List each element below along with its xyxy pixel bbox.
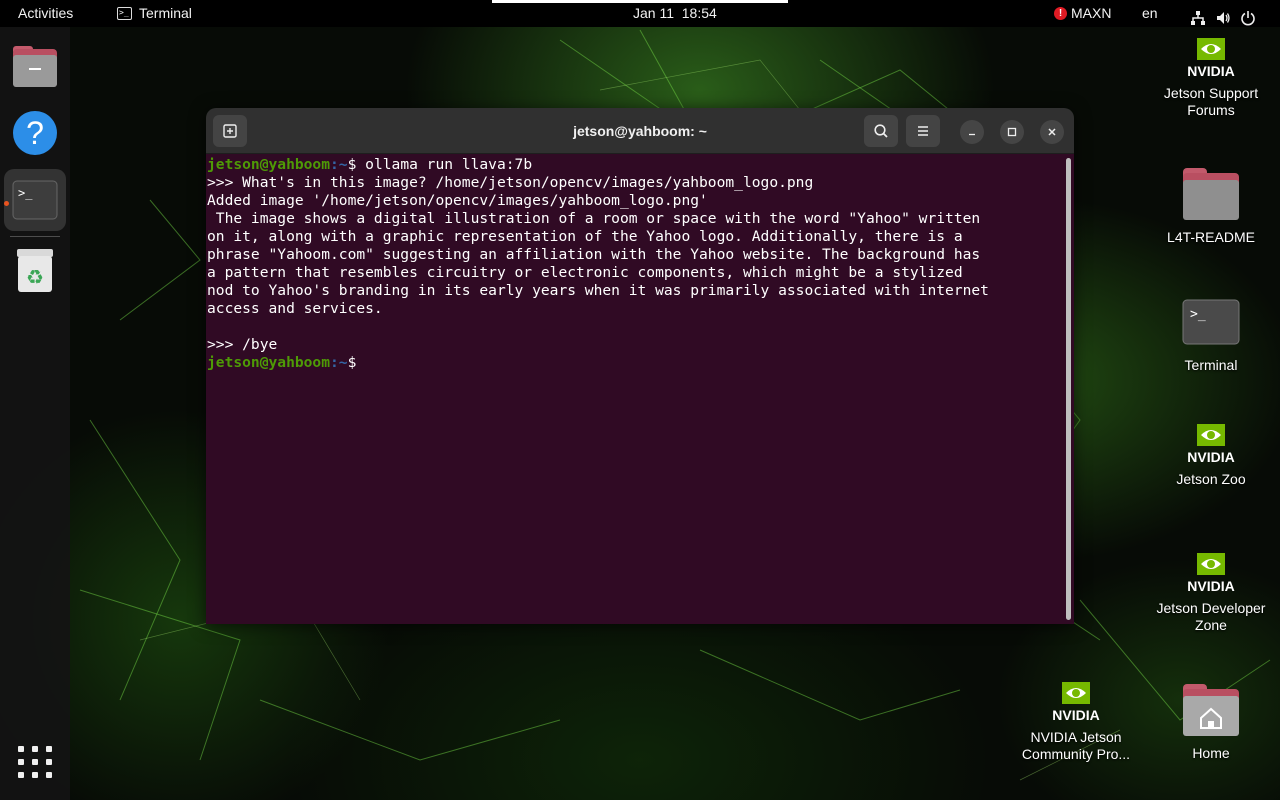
dock-terminal[interactable]: >_ <box>4 169 66 231</box>
terminal-line: on it, along with a graphic representati… <box>207 228 963 245</box>
show-apps-icon <box>18 746 52 778</box>
desktop-icon-label: Jetson Zoo <box>1176 471 1246 487</box>
dock-trash[interactable]: ♻ <box>4 239 66 301</box>
power-mode-label: MAXN <box>1071 5 1112 21</box>
minimize-icon <box>969 133 975 136</box>
prompt-user: jetson@yahboom <box>207 156 331 173</box>
home-icon <box>1200 707 1222 729</box>
desktop-icon-label: L4T-README <box>1167 229 1255 245</box>
top-bar: Activities >_ Terminal Jan 11 18:54 ! MA… <box>0 0 1280 27</box>
desktop-icon-label: Jetson Developer <box>1156 600 1266 616</box>
prompt-path: :~ <box>330 354 348 371</box>
nvidia-logo-icon: NVIDIA <box>1187 38 1235 79</box>
prompt-symbol: $ <box>347 354 357 371</box>
home-folder-icon <box>1183 684 1239 736</box>
network-icon <box>1190 8 1206 25</box>
nvidia-logo-icon: NVIDIA <box>1187 424 1235 465</box>
hamburger-menu-icon <box>918 126 928 136</box>
clock[interactable]: Jan 11 18:54 <box>633 0 717 27</box>
terminal-line: jetson@yahboom:~$ <box>207 354 1074 372</box>
desktop-icon-home[interactable]: Home <box>1151 684 1271 762</box>
terminal-symbol: >_ <box>18 186 33 200</box>
prompt-symbol: $ <box>347 156 366 173</box>
command-text: ollama run llava:7b <box>365 156 533 173</box>
help-symbol: ? <box>26 115 44 151</box>
terminal-icon: >_ <box>117 7 132 20</box>
terminal-symbol: >_ <box>1190 307 1206 322</box>
new-tab-button[interactable] <box>213 115 247 147</box>
desktop-icon-terminal[interactable]: >_ Terminal <box>1151 299 1271 374</box>
dock-separator <box>10 236 60 237</box>
nvidia-wordmark: NVIDIA <box>1052 707 1099 723</box>
terminal-icon: >_ <box>12 180 58 220</box>
running-indicator <box>4 201 9 206</box>
activities-button[interactable]: Activities <box>18 0 73 27</box>
terminal-output[interactable]: jetson@yahboom:~$ ollama run llava:7b >>… <box>206 154 1074 624</box>
desktop-icon-label: NVIDIA Jetson <box>1030 729 1122 745</box>
search-button[interactable] <box>864 115 898 147</box>
terminal-icon: >_ <box>1182 299 1240 345</box>
nvidia-logo-icon: NVIDIA <box>1187 553 1235 594</box>
terminal-line: >>> /bye <box>207 336 278 353</box>
volume-icon <box>1215 8 1231 24</box>
terminal-window[interactable]: jetson@yahboom: ~ jetson@yahboom:~$ olla… <box>206 108 1074 624</box>
terminal-line: Added image '/home/jetson/opencv/images/… <box>207 192 708 209</box>
dock: ? >_ ♻ <box>0 27 70 800</box>
desktop-icon-label: Zone <box>1195 617 1227 633</box>
maximize-button[interactable] <box>1000 120 1024 144</box>
terminal-line: phrase "Yahoom.com" suggesting an affili… <box>207 246 981 263</box>
desktop-icon-jetson-developer-zone[interactable]: NVIDIA Jetson Developer Zone <box>1151 549 1271 634</box>
files-icon <box>13 46 57 87</box>
dock-help[interactable]: ? <box>4 101 66 163</box>
nvidia-wordmark: NVIDIA <box>1187 449 1234 465</box>
show-apps-button[interactable] <box>4 730 66 792</box>
nvidia-logo-icon: NVIDIA <box>1052 682 1100 723</box>
app-menu-terminal[interactable]: >_ Terminal <box>117 0 192 27</box>
desktop-icon-label: Terminal <box>1184 357 1238 373</box>
system-menu[interactable] <box>1190 0 1256 27</box>
recycle-symbol: ♻ <box>26 265 44 289</box>
desktop-icon-label: Jetson Support <box>1163 85 1259 101</box>
terminal-line: nod to Yahoo's branding in its early yea… <box>207 282 989 299</box>
terminal-header-bar[interactable]: jetson@yahboom: ~ <box>206 108 1074 154</box>
minimize-button[interactable] <box>960 120 984 144</box>
search-icon <box>874 124 888 138</box>
terminal-line: jetson@yahboom:~$ ollama run llava:7b <box>207 156 1074 174</box>
help-icon: ? <box>13 111 57 155</box>
nvidia-wordmark: NVIDIA <box>1187 63 1234 79</box>
window-title: jetson@yahboom: ~ <box>573 123 707 139</box>
input-language-indicator[interactable]: en <box>1142 0 1158 27</box>
dock-files[interactable] <box>4 38 66 100</box>
prompt-path: :~ <box>330 156 348 173</box>
desktop-icon-label: Home <box>1192 745 1230 761</box>
terminal-line: >>> What's in this image? /home/jetson/o… <box>207 174 814 191</box>
nvidia-wordmark: NVIDIA <box>1187 578 1234 594</box>
terminal-line: access and services. <box>207 300 383 317</box>
desktop-icon-nvidia-jetson-community[interactable]: NVIDIA NVIDIA Jetson Community Pro... <box>1016 678 1136 763</box>
power-mode-indicator[interactable]: ! MAXN <box>1054 0 1111 27</box>
app-menu-label: Terminal <box>139 5 192 21</box>
desktop-icon-jetson-support-forums[interactable]: NVIDIA Jetson Support Forums <box>1151 34 1271 119</box>
trash-icon: ♻ <box>17 249 53 292</box>
desktop-icon-l4t-readme[interactable]: L4T-README <box>1151 168 1271 246</box>
desktop-icon-label: Forums <box>1187 102 1235 118</box>
scrollbar[interactable] <box>1066 158 1071 620</box>
menu-button[interactable] <box>906 115 940 147</box>
warning-icon: ! <box>1054 7 1067 20</box>
prompt-user: jetson@yahboom <box>207 354 331 371</box>
maximize-icon <box>1007 127 1017 137</box>
terminal-line: a pattern that resembles circuitry or el… <box>207 264 963 281</box>
folder-icon <box>1183 168 1239 220</box>
new-tab-icon <box>223 124 237 138</box>
close-icon <box>1048 128 1056 136</box>
desktop-icon-jetson-zoo[interactable]: NVIDIA Jetson Zoo <box>1151 420 1271 488</box>
close-button[interactable] <box>1040 120 1064 144</box>
terminal-line: The image shows a digital illustration o… <box>207 210 981 227</box>
desktop-icon-label: Community Pro... <box>1021 746 1131 762</box>
power-icon <box>1240 8 1256 26</box>
